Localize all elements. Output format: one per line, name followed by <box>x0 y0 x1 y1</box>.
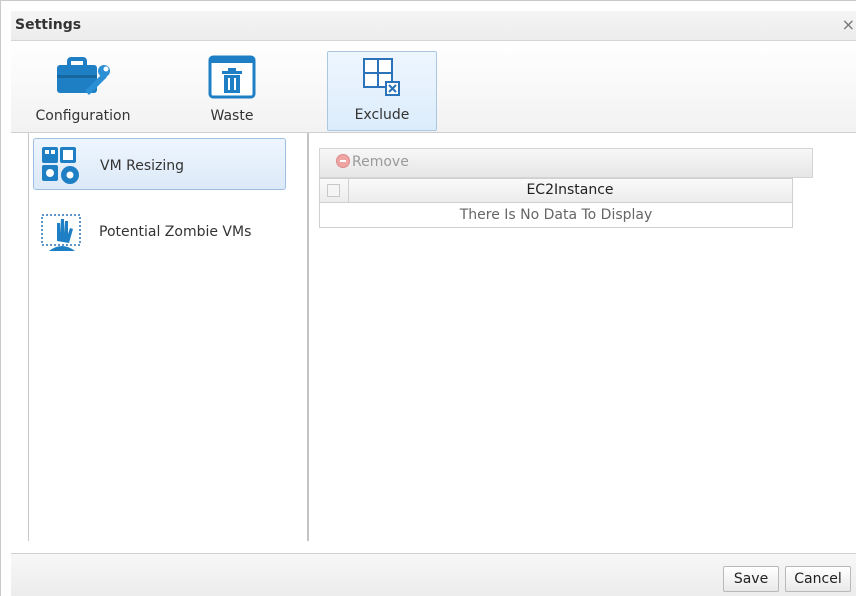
zombie-hand-icon <box>39 211 85 259</box>
exclude-grid: EC2Instance There Is No Data To Display <box>319 178 793 228</box>
toolbar-waste-label: Waste <box>210 108 254 124</box>
remove-button[interactable]: Remove <box>336 154 409 170</box>
exclude-content-panel: Remove EC2Instance There Is No Data To D… <box>311 133 856 541</box>
vm-resizing-icon <box>40 145 84 189</box>
close-icon[interactable]: × <box>842 15 855 34</box>
sidebar: VM Resizing Potential Zombie VMs <box>28 133 309 541</box>
dialog-footer: Save Cancel <box>11 553 856 596</box>
select-all-checkbox[interactable] <box>327 184 340 197</box>
sidebar-item-vm-resizing[interactable]: VM Resizing <box>33 138 286 190</box>
remove-button-label: Remove <box>352 154 409 170</box>
grid-empty-message: There Is No Data To Display <box>459 207 653 223</box>
trash-icon <box>207 55 257 103</box>
toolbar-exclude-button[interactable]: Exclude <box>327 51 437 131</box>
toolbar-exclude-label: Exclude <box>354 107 410 123</box>
remove-icon <box>336 154 350 168</box>
exclude-grid-icon <box>360 56 404 104</box>
toolbar-configuration-button[interactable]: Configuration <box>27 51 139 131</box>
toolbar-waste-button[interactable]: Waste <box>197 51 267 131</box>
settings-dialog: Settings × Configuration Waste Exclude V… <box>0 0 856 596</box>
grid-toolbar: Remove <box>319 148 813 178</box>
toolbar-configuration-label: Configuration <box>35 108 131 124</box>
grid-header: EC2Instance <box>320 179 792 203</box>
column-header-ec2instance[interactable]: EC2Instance <box>348 182 792 198</box>
briefcase-wrench-icon <box>55 55 111 101</box>
sidebar-item-label: Potential Zombie VMs <box>99 224 252 240</box>
dialog-title: Settings <box>15 17 82 33</box>
save-button[interactable]: Save <box>723 566 779 592</box>
sidebar-item-label: VM Resizing <box>100 158 184 174</box>
cancel-button[interactable]: Cancel <box>785 566 851 592</box>
sidebar-item-potential-zombie-vms[interactable]: Potential Zombie VMs <box>33 205 286 257</box>
settings-toolbar: Configuration Waste Exclude <box>11 41 856 133</box>
title-bar: Settings × <box>11 11 856 41</box>
